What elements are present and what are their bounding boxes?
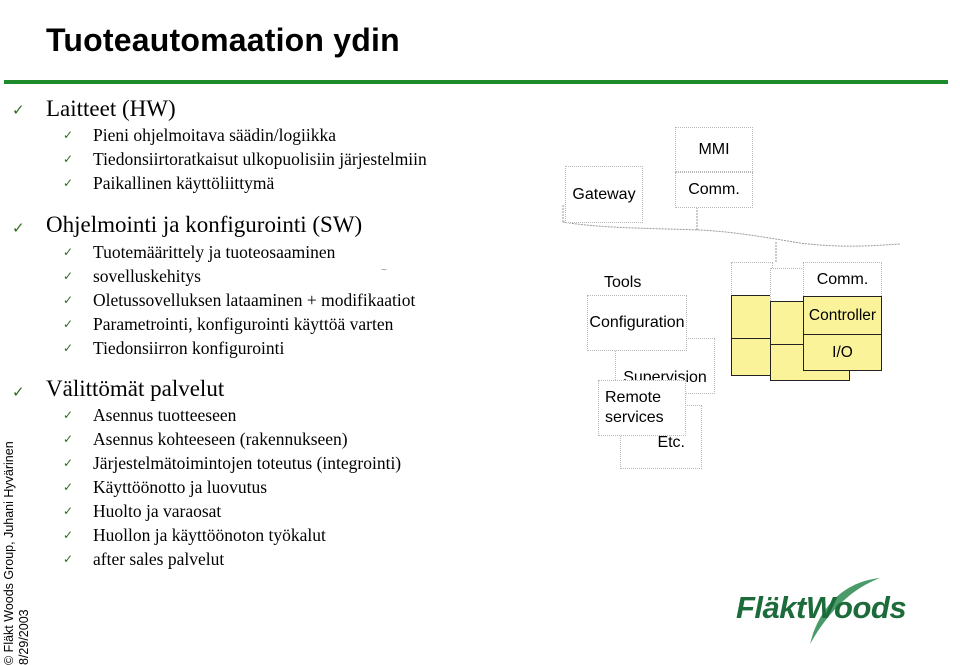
device-back-comm — [731, 262, 773, 296]
list-item: Asennus tuotteeseen — [93, 405, 237, 425]
check-icon: ✓ — [63, 176, 74, 190]
device-comm-label: Comm. — [816, 271, 869, 288]
stray-mark: ~ — [381, 265, 387, 276]
list-item: Tiedonsiirtoratkaisut ulkopuolisiin järj… — [93, 149, 427, 169]
date-text: 8/29/2003 — [17, 609, 31, 665]
device-back-io — [731, 338, 773, 376]
io-label: I/O — [832, 343, 853, 361]
device-back-controller — [731, 295, 773, 340]
check-icon: ✓ — [63, 480, 74, 494]
check-icon: ✓ — [12, 101, 25, 119]
configuration-label: Configuration — [589, 314, 685, 331]
company-logo: FläktWoods — [730, 572, 940, 652]
gateway-box: Gateway — [565, 166, 643, 223]
check-icon: ✓ — [63, 432, 74, 446]
slide-title: Tuoteautomaation ydin — [46, 22, 400, 58]
check-icon: ✓ — [12, 383, 25, 401]
controller-label: Controller — [808, 307, 877, 324]
check-icon: ✓ — [63, 269, 74, 283]
check-icon: ✓ — [63, 504, 74, 518]
device-front-comm: Comm. — [803, 262, 882, 298]
list-item: Oletussovelluksen lataaminen + modifikaa… — [93, 290, 416, 310]
check-icon: ✓ — [63, 152, 74, 166]
copyright-text: © Fläkt Woods Group, Juhani Hyvärinen — [2, 441, 16, 665]
check-icon: ✓ — [63, 528, 74, 542]
title-divider — [4, 80, 948, 84]
check-icon: ✓ — [63, 317, 74, 331]
list-item: Järjestelmätoimintojen toteutus (integro… — [93, 453, 402, 473]
check-icon: ✓ — [63, 552, 74, 566]
list-item: Asennus kohteeseen (rakennukseen) — [93, 429, 348, 449]
device-front-io: I/O — [803, 334, 882, 371]
device-front-controller: Controller — [803, 296, 882, 336]
list-item: Käyttöönotto ja luovutus — [93, 477, 268, 497]
section-heading-hw: Laitteet (HW) — [46, 96, 176, 121]
services-label: services — [605, 409, 664, 426]
remote-label: Remote — [605, 389, 662, 406]
check-icon: ✓ — [63, 408, 74, 422]
list-item: Tuotemäärittely ja tuoteosaaminen — [93, 242, 336, 262]
list-item: Paikallinen käyttöliittymä — [93, 173, 275, 193]
list-item: after sales palvelut — [93, 549, 225, 569]
list-item: Tiedonsiirron konfigurointi — [93, 338, 285, 358]
tool-remote-services-box: Remote services — [598, 380, 686, 436]
check-icon: ✓ — [12, 219, 25, 237]
tools-label: Tools — [604, 274, 642, 291]
list-item: Pieni ohjelmoitava säädin/logiikka — [93, 125, 337, 145]
list-item: sovelluskehitys — [93, 266, 201, 286]
section-heading-services: Välittömät palvelut — [46, 376, 225, 401]
list-item: Huollon ja käyttöönoton työkalut — [93, 525, 326, 545]
check-icon: ✓ — [63, 293, 74, 307]
etc-label: Etc. — [657, 434, 685, 451]
tool-configuration-box: Configuration — [587, 295, 687, 351]
section-heading-sw: Ohjelmointi ja konfigurointi (SW) — [46, 212, 363, 237]
check-icon: ✓ — [63, 341, 74, 355]
list-item: Huolto ja varaosat — [93, 501, 222, 521]
mmi-label: MMI — [698, 140, 730, 158]
list-item: Parametrointi, konfigurointi käyttöä var… — [93, 314, 394, 334]
mmi-comm-box: Comm. — [675, 172, 753, 208]
mmi-comm-label: Comm. — [688, 181, 740, 198]
logo-text: FläktWoods — [736, 590, 907, 625]
check-icon: ✓ — [63, 456, 74, 470]
bus-line — [562, 221, 901, 247]
check-icon: ✓ — [63, 128, 74, 142]
check-icon: ✓ — [63, 245, 74, 259]
mmi-box: MMI — [675, 127, 753, 172]
gateway-label: Gateway — [572, 185, 636, 203]
vertical-footer: © Fläkt Woods Group, Juhani Hyvärinen 8/… — [2, 405, 32, 665]
